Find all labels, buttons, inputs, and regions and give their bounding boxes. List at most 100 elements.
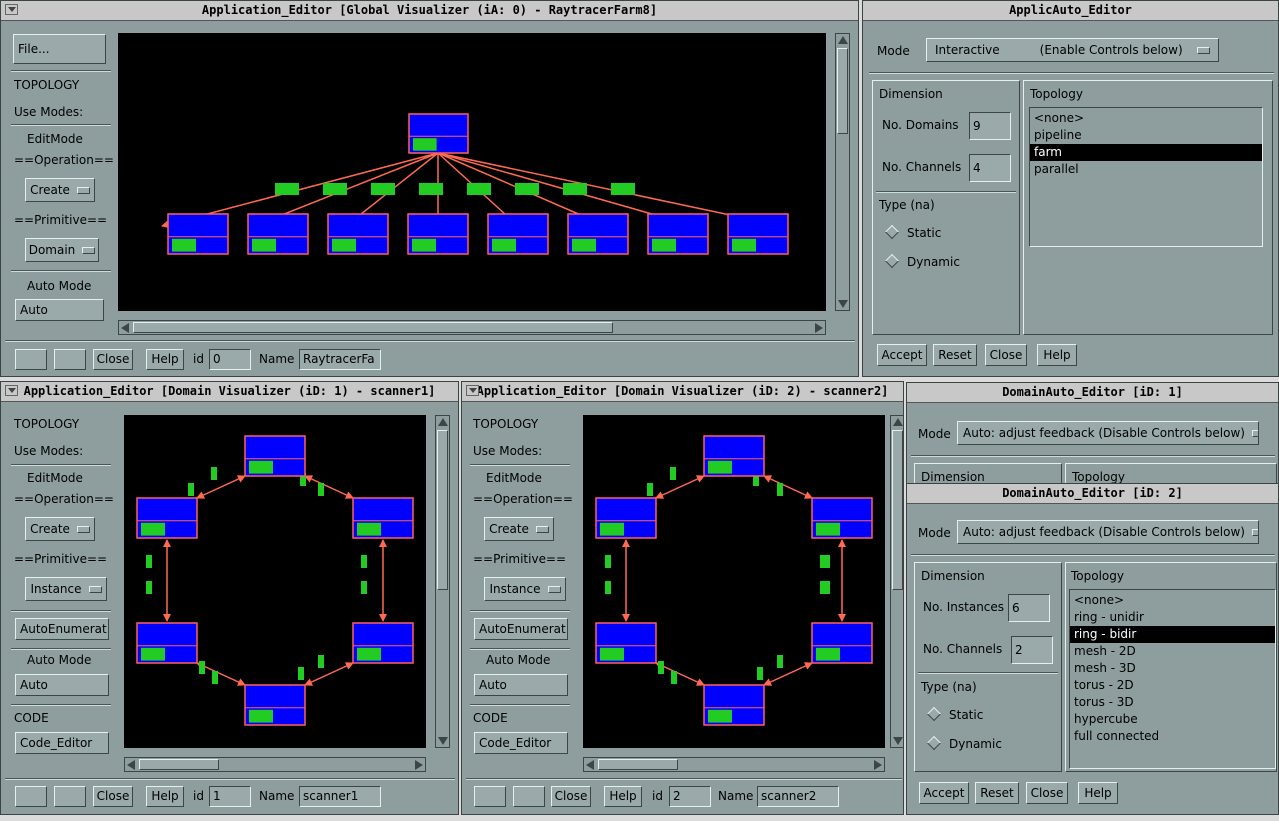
instances-field[interactable]: 6 <box>1008 594 1050 622</box>
list-item-selected[interactable]: ring - bidir <box>1070 626 1275 643</box>
window-menu-icon[interactable] <box>466 385 479 396</box>
domain-editor-1-titlebar[interactable]: Application_Editor [Domain Visualizer (i… <box>1 382 458 402</box>
list-item[interactable]: full connected <box>1070 728 1275 745</box>
domain-1-visualizer-canvas[interactable] <box>124 415 426 748</box>
domain-auto-1-titlebar[interactable]: DomainAuto_Editor [iD: 1] <box>907 383 1278 403</box>
name-field[interactable]: scanner2 <box>757 786 839 807</box>
scroll-up-icon[interactable] <box>838 36 848 44</box>
mode-option-menu[interactable]: Interactive (Enable Controls below) <box>926 38 1219 62</box>
global-editor-titlebar[interactable]: Application_Editor [Global Visualizer (i… <box>1 1 858 21</box>
auto-enumerate-button[interactable]: AutoEnumerat <box>15 618 109 640</box>
operation-option-menu[interactable]: Create <box>484 517 554 541</box>
window-menu-icon[interactable] <box>5 4 18 15</box>
list-item[interactable]: <none> <box>1030 110 1262 127</box>
window-menu-icon[interactable] <box>5 385 18 396</box>
name-field[interactable]: RaytracerFa <box>299 349 381 370</box>
dynamic-radio[interactable]: Dynamic <box>926 735 1002 751</box>
channels-field[interactable]: 4 <box>969 154 1011 182</box>
list-item[interactable]: torus - 3D <box>1070 694 1275 711</box>
channels-field[interactable]: 2 <box>1011 636 1053 664</box>
list-item[interactable]: torus - 2D <box>1070 677 1275 694</box>
scroll-right-icon[interactable] <box>415 760 423 770</box>
primitive-option-menu[interactable]: Instance <box>484 577 566 601</box>
blank-button-2[interactable] <box>513 786 545 807</box>
applic-auto-titlebar[interactable]: ApplicAuto_Editor <box>863 1 1278 21</box>
scroll-thumb[interactable] <box>133 322 613 333</box>
list-item[interactable]: mesh - 2D <box>1070 643 1275 660</box>
scroll-down-icon[interactable] <box>438 737 448 745</box>
close-button[interactable]: Close <box>551 786 591 807</box>
list-item[interactable]: mesh - 3D <box>1070 660 1275 677</box>
blank-button-1[interactable] <box>15 349 47 370</box>
operation-option-menu[interactable]: Create <box>25 178 95 202</box>
code-editor-button[interactable]: Code_Editor <box>474 732 568 754</box>
scroll-left-icon[interactable] <box>127 760 135 770</box>
scroll-right-icon[interactable] <box>815 323 823 333</box>
help-button[interactable]: Help <box>146 349 184 370</box>
help-button[interactable]: Help <box>604 786 642 807</box>
reset-button[interactable]: Reset <box>933 344 977 366</box>
static-radio[interactable]: Static <box>926 706 983 722</box>
id-field[interactable]: 0 <box>209 349 251 370</box>
auto-enumerate-button[interactable]: AutoEnumerat <box>474 618 568 640</box>
id-field[interactable]: 2 <box>669 786 711 807</box>
scroll-left-icon[interactable] <box>586 760 594 770</box>
domain-2-visualizer-canvas[interactable] <box>583 415 885 748</box>
help-button[interactable]: Help <box>1037 344 1077 366</box>
vertical-scrollbar[interactable] <box>835 33 850 311</box>
auto-button[interactable]: Auto <box>474 674 568 696</box>
vertical-scrollbar[interactable] <box>435 415 450 748</box>
close-button[interactable]: Close <box>93 786 133 807</box>
auto-button[interactable]: Auto <box>15 674 109 696</box>
name-field[interactable]: scanner1 <box>299 786 381 807</box>
code-editor-button[interactable]: Code_Editor <box>15 732 109 754</box>
list-item[interactable]: hypercube <box>1070 711 1275 728</box>
blank-button-1[interactable] <box>474 786 506 807</box>
horizontal-scrollbar[interactable] <box>583 757 885 772</box>
scroll-down-icon[interactable] <box>893 737 903 745</box>
help-button[interactable]: Help <box>146 786 184 807</box>
close-button[interactable]: Close <box>1026 782 1068 804</box>
static-radio[interactable]: Static <box>884 224 941 240</box>
file-button[interactable]: File... <box>13 34 106 64</box>
scroll-left-icon[interactable] <box>121 323 129 333</box>
domain-auto-2-titlebar[interactable]: DomainAuto_Editor [iD: 2] <box>907 484 1278 504</box>
global-visualizer-canvas[interactable] <box>118 33 826 311</box>
accept-button[interactable]: Accept <box>919 782 969 804</box>
topology-list[interactable]: <none> ring - unidir ring - bidir mesh -… <box>1069 589 1276 769</box>
scroll-up-icon[interactable] <box>893 418 903 426</box>
primitive-option-menu[interactable]: Domain <box>25 238 99 262</box>
scroll-down-icon[interactable] <box>838 300 848 308</box>
list-item[interactable]: parallel <box>1030 161 1262 178</box>
scroll-right-icon[interactable] <box>874 760 882 770</box>
blank-button-2[interactable] <box>54 786 86 807</box>
horizontal-scrollbar[interactable] <box>118 320 826 335</box>
domains-field[interactable]: 9 <box>969 112 1011 140</box>
close-button[interactable]: Close <box>93 349 133 370</box>
domain-editor-2-titlebar[interactable]: Application_Editor [Domain Visualizer (i… <box>462 382 903 402</box>
list-item[interactable]: ring - unidir <box>1070 609 1275 626</box>
mode-option-menu[interactable]: Auto: adjust feedback (Disable Controls … <box>957 520 1259 544</box>
scroll-thumb[interactable] <box>437 430 448 590</box>
primitive-option-menu[interactable]: Instance <box>25 577 107 601</box>
scroll-thumb[interactable] <box>139 759 219 770</box>
help-button[interactable]: Help <box>1078 782 1118 804</box>
id-field[interactable]: 1 <box>209 786 251 807</box>
horizontal-scrollbar[interactable] <box>124 757 426 772</box>
scroll-thumb[interactable] <box>837 48 848 134</box>
list-item[interactable]: pipeline <box>1030 127 1262 144</box>
scroll-thumb[interactable] <box>892 430 903 590</box>
mode-option-menu[interactable]: Auto: adjust feedback (Disable Controls … <box>957 421 1259 445</box>
list-item[interactable]: <none> <box>1070 592 1275 609</box>
topology-list[interactable]: <none> pipeline farm parallel <box>1029 107 1263 247</box>
scroll-up-icon[interactable] <box>438 418 448 426</box>
blank-button-1[interactable] <box>15 786 47 807</box>
scroll-thumb[interactable] <box>598 759 678 770</box>
blank-button-2[interactable] <box>54 349 86 370</box>
vertical-scrollbar[interactable] <box>890 415 903 748</box>
reset-button[interactable]: Reset <box>975 782 1019 804</box>
close-button[interactable]: Close <box>985 344 1027 366</box>
auto-button[interactable]: Auto <box>15 299 104 321</box>
list-item-selected[interactable]: farm <box>1030 144 1262 161</box>
operation-option-menu[interactable]: Create <box>25 517 95 541</box>
